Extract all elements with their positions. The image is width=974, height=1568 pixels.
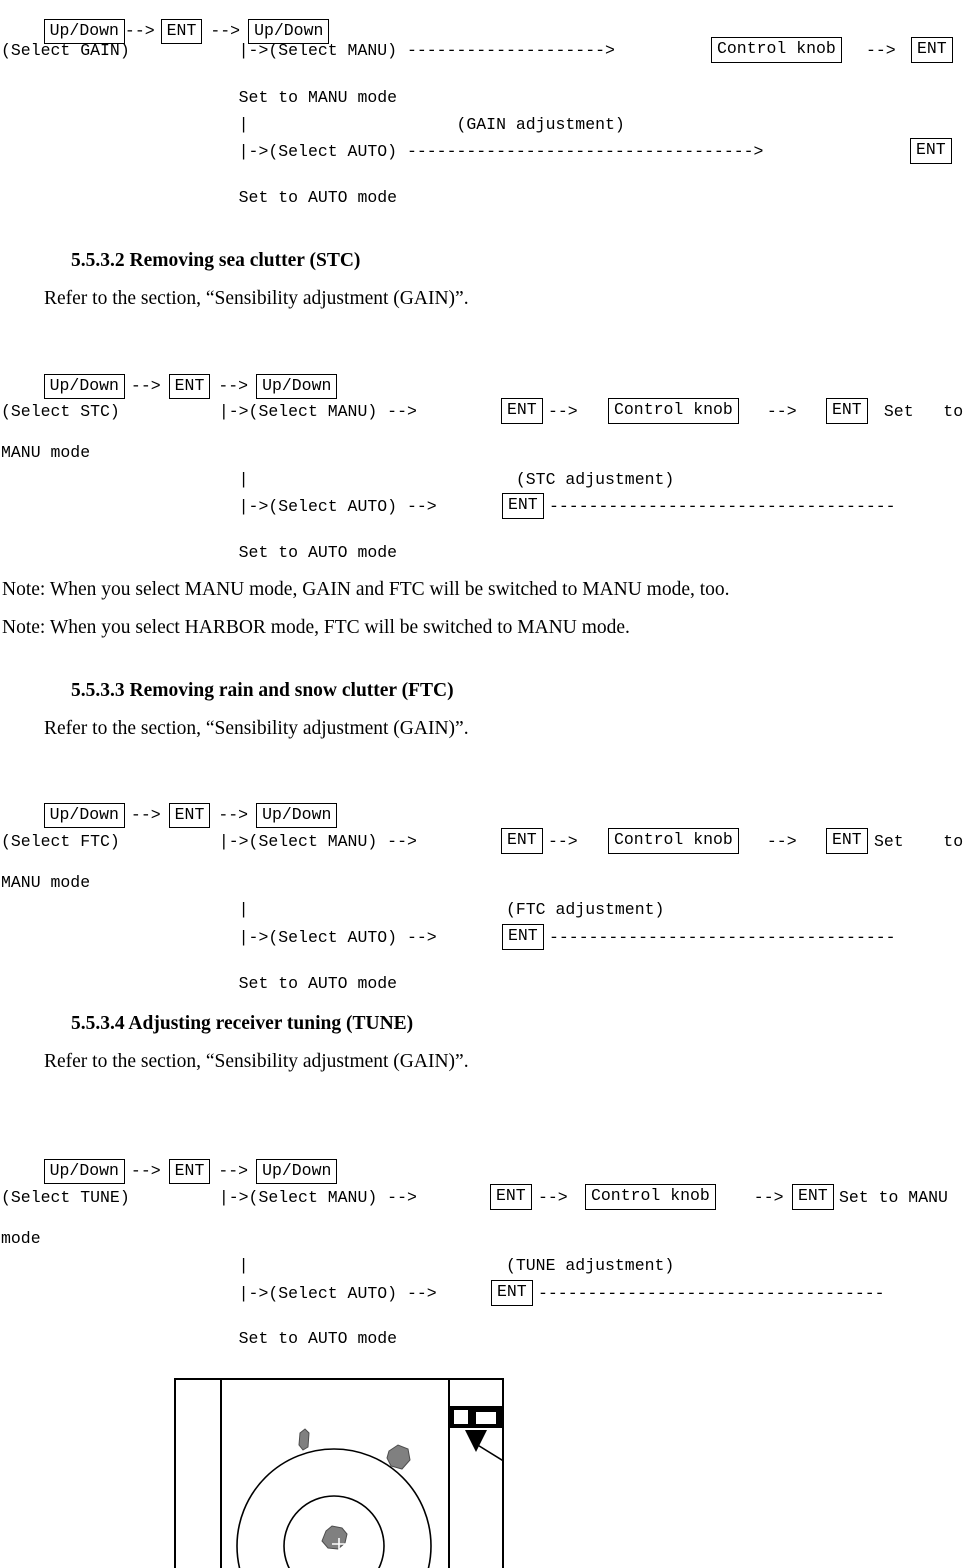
key-control-knob[interactable]: Control knob bbox=[585, 1184, 716, 1210]
stc-line-select: (Select STC) |->(Select MANU) --> bbox=[1, 402, 437, 421]
gain-line-manu: Set to MANU mode bbox=[1, 88, 398, 107]
gain-arrow-2: --> bbox=[866, 41, 896, 60]
tune-arrow-1: --> bbox=[538, 1188, 578, 1207]
stc-line-auto-mode: Set to AUTO mode bbox=[1, 543, 398, 562]
stc-arrow-1: --> bbox=[548, 402, 608, 421]
status-indicator-block-right bbox=[476, 1412, 496, 1424]
key-ent[interactable]: ENT bbox=[501, 828, 543, 854]
stc-ent-key-2: ENT bbox=[826, 398, 868, 424]
key-ent[interactable]: ENT bbox=[826, 398, 868, 424]
heading-tune: 5.5.3.4 Adjusting receiver tuning (TUNE) bbox=[71, 1013, 414, 1034]
stc-dash-line: ----------------------------------- bbox=[549, 497, 896, 516]
stc-line-manu-mode: MANU mode bbox=[1, 443, 91, 462]
tune-line-manu-mode: mode bbox=[1, 1229, 41, 1248]
gain-knob-key: Control knob bbox=[711, 37, 842, 63]
arrow-token: --> bbox=[210, 21, 241, 40]
key-up-down[interactable]: Up/Down bbox=[43, 1158, 125, 1184]
key-ent[interactable]: ENT bbox=[910, 138, 952, 164]
key-up-down[interactable]: Up/Down bbox=[43, 373, 125, 399]
key-ent[interactable]: ENT bbox=[168, 1158, 211, 1184]
refer-text-stc: Refer to the section, “Sensibility adjus… bbox=[44, 288, 469, 309]
key-control-knob[interactable]: Control knob bbox=[608, 828, 739, 854]
key-up-down[interactable]: Up/Down bbox=[43, 802, 125, 828]
key-ent[interactable]: ENT bbox=[792, 1184, 834, 1210]
ftc-knob-key: Control knob bbox=[608, 828, 739, 854]
key-up-down[interactable]: Up/Down bbox=[256, 1158, 338, 1184]
ftc-ent-key-1: ENT bbox=[501, 828, 543, 854]
ftc-dash-line: ----------------------------------- bbox=[549, 928, 896, 947]
heading-ftc: 5.5.3.3 Removing rain and snow clutter (… bbox=[71, 680, 454, 701]
ftc-ent-key-2: ENT bbox=[826, 828, 868, 854]
key-ent[interactable]: ENT bbox=[501, 398, 543, 424]
status-indicator-block-left bbox=[454, 1410, 468, 1424]
stc-arrow-2: --> bbox=[757, 402, 827, 421]
ftc-arrow-1: --> bbox=[548, 832, 608, 851]
gain-ent-key-1: ENT bbox=[911, 37, 953, 63]
tune-ent-key-2: ENT bbox=[792, 1184, 834, 1210]
target-echo bbox=[386, 1444, 411, 1470]
radar-display-figure bbox=[174, 1378, 504, 1568]
note-stc-2: Note: When you select HARBOR mode, FTC w… bbox=[2, 617, 630, 638]
tune-line-auto: |->(Select AUTO) --> bbox=[1, 1284, 457, 1303]
own-ship-echo bbox=[321, 1525, 348, 1550]
refer-text-ftc: Refer to the section, “Sensibility adjus… bbox=[44, 718, 469, 739]
tune-line-select: (Select TUNE) |->(Select MANU) --> bbox=[1, 1188, 427, 1207]
key-ent[interactable]: ENT bbox=[491, 1280, 533, 1306]
arrow-token: --> bbox=[218, 376, 249, 395]
gain-line-adjust: | (GAIN adjustment) bbox=[1, 115, 625, 134]
stc-set-to: Set to bbox=[874, 402, 964, 421]
arrow-token: --> bbox=[130, 1161, 161, 1180]
arrow-token: --> bbox=[130, 805, 161, 824]
tune-ent-key-1: ENT bbox=[490, 1184, 532, 1210]
key-ent[interactable]: ENT bbox=[490, 1184, 532, 1210]
refer-text-tune: Refer to the section, “Sensibility adjus… bbox=[44, 1051, 469, 1072]
tune-set-to: Set to MANU bbox=[839, 1188, 948, 1207]
arrow-token: --> bbox=[218, 805, 249, 824]
ftc-ent-key-3: ENT bbox=[502, 924, 544, 950]
tune-arrow-2: --> bbox=[734, 1188, 794, 1207]
tune-line-auto-mode: Set to AUTO mode bbox=[1, 1329, 398, 1348]
callout-leader-line bbox=[475, 1443, 504, 1463]
key-control-knob[interactable]: Control knob bbox=[608, 398, 739, 424]
note-stc-1: Note: When you select MANU mode, GAIN an… bbox=[2, 579, 730, 600]
ftc-set-to: Set to bbox=[874, 832, 964, 851]
stc-ent-key-3: ENT bbox=[502, 493, 544, 519]
document-page: Up/Down --> ENT --> Up/Down (Select GAIN) |-… bbox=[0, 0, 974, 1568]
gain-line-auto-mode: Set to AUTO mode bbox=[1, 188, 398, 207]
key-ent[interactable]: ENT bbox=[168, 802, 211, 828]
key-ent[interactable]: ENT bbox=[826, 828, 868, 854]
key-ent[interactable]: ENT bbox=[911, 37, 953, 63]
arrow-token: --> bbox=[130, 376, 161, 395]
small-echo bbox=[298, 1428, 310, 1451]
key-up-down[interactable]: Up/Down bbox=[256, 802, 338, 828]
ftc-line-select: (Select FTC) |->(Select MANU) --> bbox=[1, 832, 437, 851]
ftc-arrow-2: --> bbox=[757, 832, 827, 851]
ftc-line-auto: |->(Select AUTO) --> bbox=[1, 928, 467, 947]
gain-line-auto: |->(Select AUTO) -----------------------… bbox=[1, 142, 764, 161]
ftc-line-adjust: | (FTC adjustment) bbox=[1, 900, 665, 919]
heading-stc: 5.5.3.2 Removing sea clutter (STC) bbox=[71, 250, 361, 271]
ftc-line-auto-mode: Set to AUTO mode bbox=[1, 974, 398, 993]
tune-dash-line: ----------------------------------- bbox=[538, 1284, 885, 1303]
stc-knob-key: Control knob bbox=[608, 398, 739, 424]
radar-scope-drawing bbox=[236, 1406, 504, 1568]
key-control-knob[interactable]: Control knob bbox=[711, 37, 842, 63]
arrow-token: --> bbox=[124, 21, 155, 40]
gain-line-select: (Select GAIN) |->(Select MANU) ---------… bbox=[1, 41, 615, 60]
stc-ent-key-1: ENT bbox=[501, 398, 543, 424]
key-ent[interactable]: ENT bbox=[502, 924, 544, 950]
tune-ent-key-3: ENT bbox=[491, 1280, 533, 1306]
gain-ent-key-2: ENT bbox=[910, 138, 952, 164]
key-ent[interactable]: ENT bbox=[502, 493, 544, 519]
tune-knob-key: Control knob bbox=[585, 1184, 716, 1210]
stc-line-adjust: | (STC adjustment) bbox=[1, 470, 675, 489]
ftc-line-manu-mode: MANU mode bbox=[1, 873, 91, 892]
key-ent[interactable]: ENT bbox=[168, 373, 211, 399]
tune-line-adjust: | (TUNE adjustment) bbox=[1, 1256, 675, 1275]
stc-line-auto: |->(Select AUTO) --> bbox=[1, 497, 467, 516]
arrow-token: --> bbox=[218, 1161, 249, 1180]
key-up-down[interactable]: Up/Down bbox=[256, 373, 338, 399]
